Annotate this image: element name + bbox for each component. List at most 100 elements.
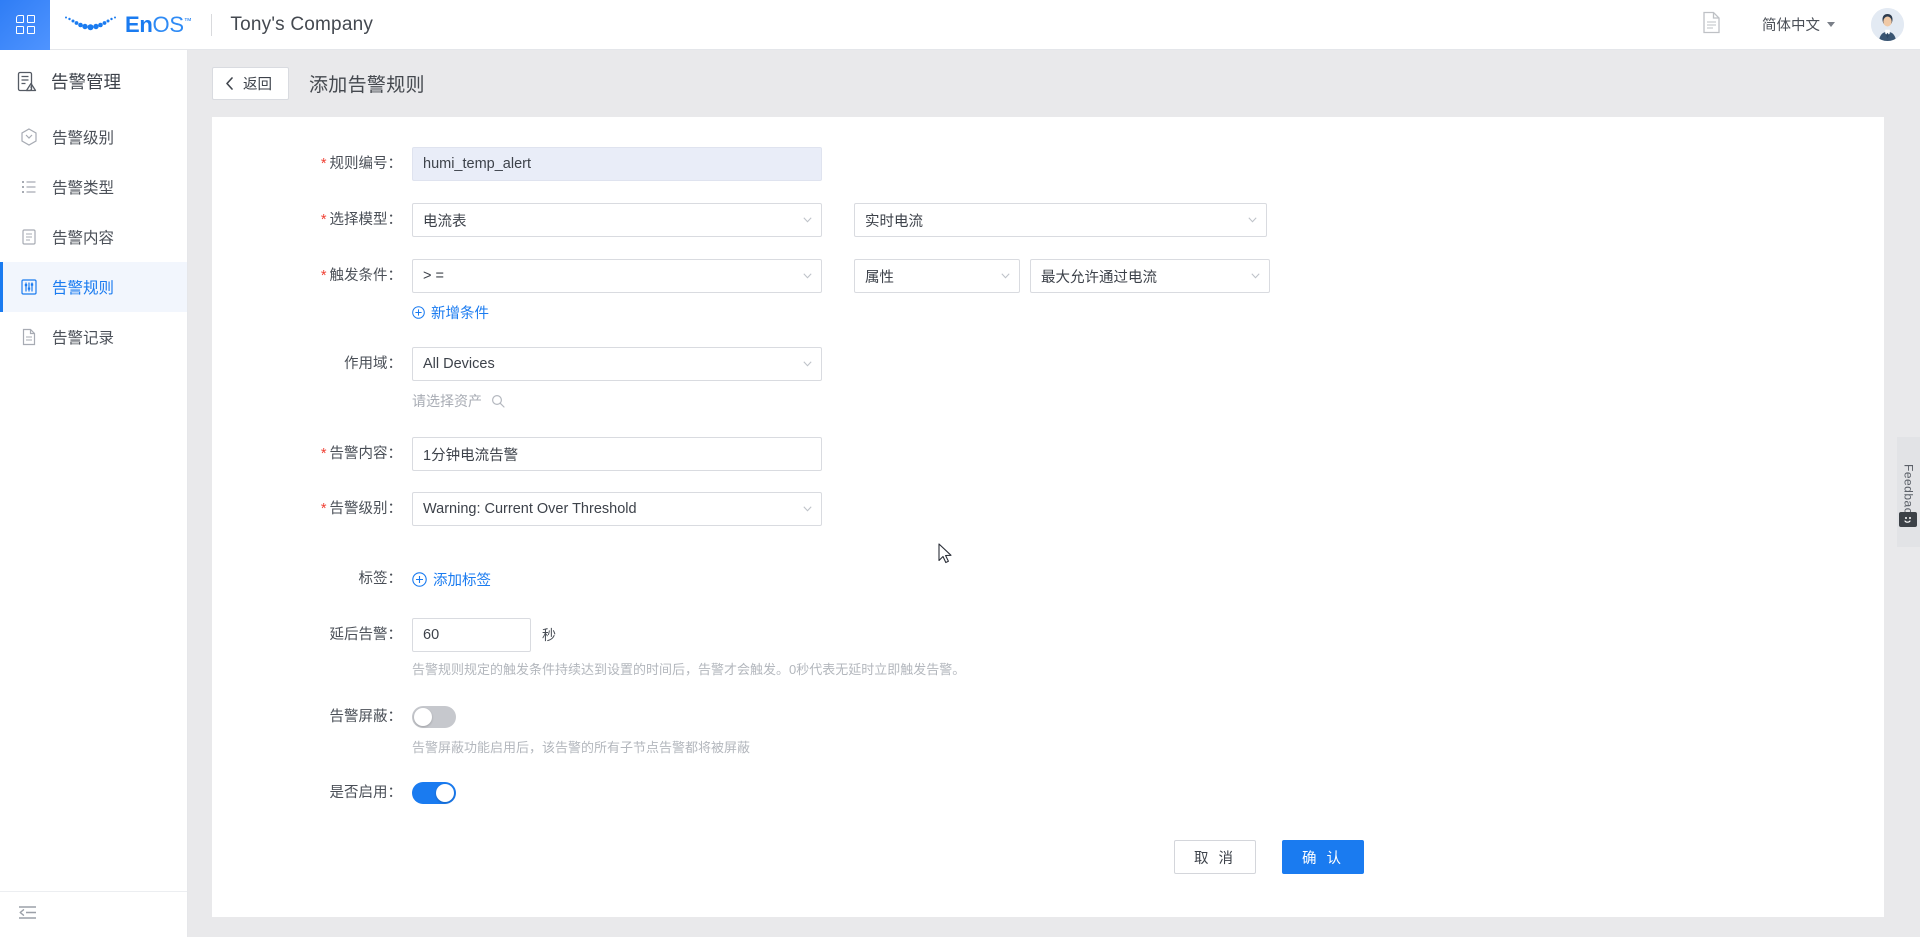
delay-value: 60 (423, 627, 440, 643)
toggle-knob (436, 784, 454, 802)
form-row-tags: 标签： 添加标签 (212, 562, 1884, 596)
trigger-label: * 触发条件： (320, 268, 402, 284)
sidebar-title-label: 告警管理 (51, 71, 121, 92)
trigger-attr-type-select[interactable]: 属性 (854, 259, 1020, 293)
level-label: * 告警级别： (320, 501, 402, 517)
sidebar-item-alarm-rule[interactable]: 告警规则 (0, 262, 187, 312)
form-row-rule-id: * 规则编号： humi_temp_alert (212, 147, 1884, 181)
model-measurepoint-select[interactable]: 实时电流 (854, 203, 1267, 237)
sidebar-item-alarm-record[interactable]: 告警记录 (0, 312, 187, 362)
toggle-knob (414, 708, 432, 726)
feedback-tab[interactable]: Feedback (1897, 437, 1920, 547)
delay-field: 60 秒 告警规则规定的触发条件持续达到设置的时间后，告警才会触发。0秒代表无延… (412, 618, 965, 678)
scope-select[interactable]: All Devices (412, 347, 822, 381)
chevron-down-icon (803, 273, 812, 279)
mask-label: 告警屏蔽： (329, 709, 403, 725)
alarm-management-icon (16, 71, 37, 92)
menu-fold-icon (18, 905, 37, 925)
confirm-button[interactable]: 确 认 (1282, 840, 1365, 874)
feedback-smiley-button[interactable] (1899, 512, 1917, 527)
alarm-rule-icon (19, 278, 38, 296)
scope-label: 作用域： (344, 356, 402, 372)
add-tag-button[interactable]: 添加标签 (412, 569, 491, 590)
tags-label: 标签： (358, 571, 403, 587)
model-value: 电流表 (423, 213, 467, 230)
model-select[interactable]: 电流表 (412, 203, 822, 237)
chevron-down-icon (803, 506, 812, 512)
sidebar-collapse-button[interactable] (0, 891, 187, 937)
scope-field: All Devices 请选择资产 (412, 347, 822, 411)
sidebar-item-alarm-level[interactable]: 告警级别 (0, 112, 187, 162)
trigger-attr-name-value: 最大允许通过电流 (1041, 269, 1157, 286)
mask-toggle[interactable] (412, 706, 456, 728)
level-select[interactable]: Warning: Current Over Threshold (412, 492, 822, 526)
enable-toggle[interactable] (412, 782, 456, 804)
trigger-attr-name-select[interactable]: 最大允许通过电流 (1030, 259, 1270, 293)
model-label: * 选择模型： (320, 212, 402, 228)
trigger-operator-select[interactable]: > = (412, 259, 822, 293)
logo-trademark: ™ (183, 16, 192, 26)
delay-unit: 秒 (542, 627, 556, 643)
sidebar-item-label: 告警类型 (52, 180, 115, 197)
asset-picker[interactable]: 请选择资产 (412, 391, 505, 411)
chevron-down-icon (1248, 217, 1257, 223)
form-row-scope: 作用域： All Devices 请选择资产 (212, 347, 1884, 411)
form-row-enable: 是否启用： (212, 776, 1884, 810)
scope-value: All Devices (423, 356, 495, 372)
delay-label: 延后告警： (329, 627, 403, 643)
form-row-model: * 选择模型： 电流表 实时电流 (212, 203, 1884, 237)
content-label: * 告警内容： (320, 446, 402, 462)
sidebar-item-alarm-content[interactable]: 告警内容 (0, 212, 187, 262)
search-icon (491, 394, 505, 408)
enable-field (412, 776, 456, 804)
chevron-down-icon (1827, 22, 1835, 27)
content-input[interactable]: 1分钟电流告警 (412, 437, 822, 471)
language-selector[interactable]: 简体中文 (1762, 14, 1835, 35)
chevron-down-icon (803, 361, 812, 367)
trigger-operator-value: > = (423, 268, 444, 284)
required-marker: * (320, 212, 327, 228)
add-condition-button[interactable]: 新增条件 (412, 302, 489, 323)
page-title: 添加告警规则 (309, 75, 425, 96)
sidebar: 告警管理 告警级别 告警类型 告警内容 告警规则 告警记录 (0, 50, 188, 937)
delay-input[interactable]: 60 (412, 618, 531, 652)
alarm-level-icon (19, 128, 38, 146)
back-button-label: 返回 (243, 77, 272, 93)
sidebar-item-label: 告警内容 (52, 230, 115, 247)
alarm-record-icon (19, 328, 38, 346)
avatar[interactable] (1871, 8, 1904, 41)
level-field: Warning: Current Over Threshold (412, 492, 822, 526)
back-button[interactable]: 返回 (212, 67, 289, 100)
apps-grid-icon (15, 15, 35, 34)
rule-id-value: humi_temp_alert (423, 156, 531, 172)
form-row-mask: 告警屏蔽： 告警屏蔽功能启用后，该告警的所有子节点告警都将被屏蔽 (212, 700, 1884, 756)
form-row-level: * 告警级别： Warning: Current Over Threshold (212, 492, 1884, 526)
mask-hint: 告警屏蔽功能启用后，该告警的所有子节点告警都将被屏蔽 (412, 740, 751, 755)
required-marker: * (320, 501, 327, 517)
asset-picker-placeholder: 请选择资产 (412, 393, 482, 409)
model-field: 电流表 实时电流 (412, 203, 1267, 237)
sidebar-item-label: 告警级别 (52, 130, 115, 147)
sidebar-item-label: 告警记录 (52, 330, 115, 347)
rule-id-label: * 规则编号： (320, 156, 402, 172)
cancel-button[interactable]: 取 消 (1174, 840, 1257, 874)
smiley-icon (1904, 516, 1911, 523)
required-marker: * (320, 268, 327, 284)
plus-circle-icon (412, 571, 427, 587)
form-row-delay: 延后告警： 60 秒 告警规则规定的触发条件持续达到设置的时间后，告警才会触发。… (212, 618, 1884, 678)
alarm-type-icon (19, 178, 38, 196)
rule-id-input[interactable]: humi_temp_alert (412, 147, 822, 181)
model-measurepoint-value: 实时电流 (865, 213, 923, 230)
enable-label: 是否启用： (329, 785, 403, 801)
tags-field: 添加标签 (412, 562, 491, 596)
sidebar-item-alarm-type[interactable]: 告警类型 (0, 162, 187, 212)
required-marker: * (320, 156, 327, 172)
header-divider (211, 13, 213, 36)
enos-logo: EnOS™ (63, 13, 192, 36)
mask-field: 告警屏蔽功能启用后，该告警的所有子节点告警都将被屏蔽 (412, 700, 750, 756)
language-label: 简体中文 (1762, 18, 1820, 34)
alarm-rule-form: * 规则编号： humi_temp_alert * 选择模型： 电流表 实时电流… (212, 117, 1884, 874)
document-icon[interactable] (1701, 11, 1722, 39)
add-condition-label: 新增条件 (431, 306, 489, 322)
apps-launcher-button[interactable] (0, 0, 50, 50)
